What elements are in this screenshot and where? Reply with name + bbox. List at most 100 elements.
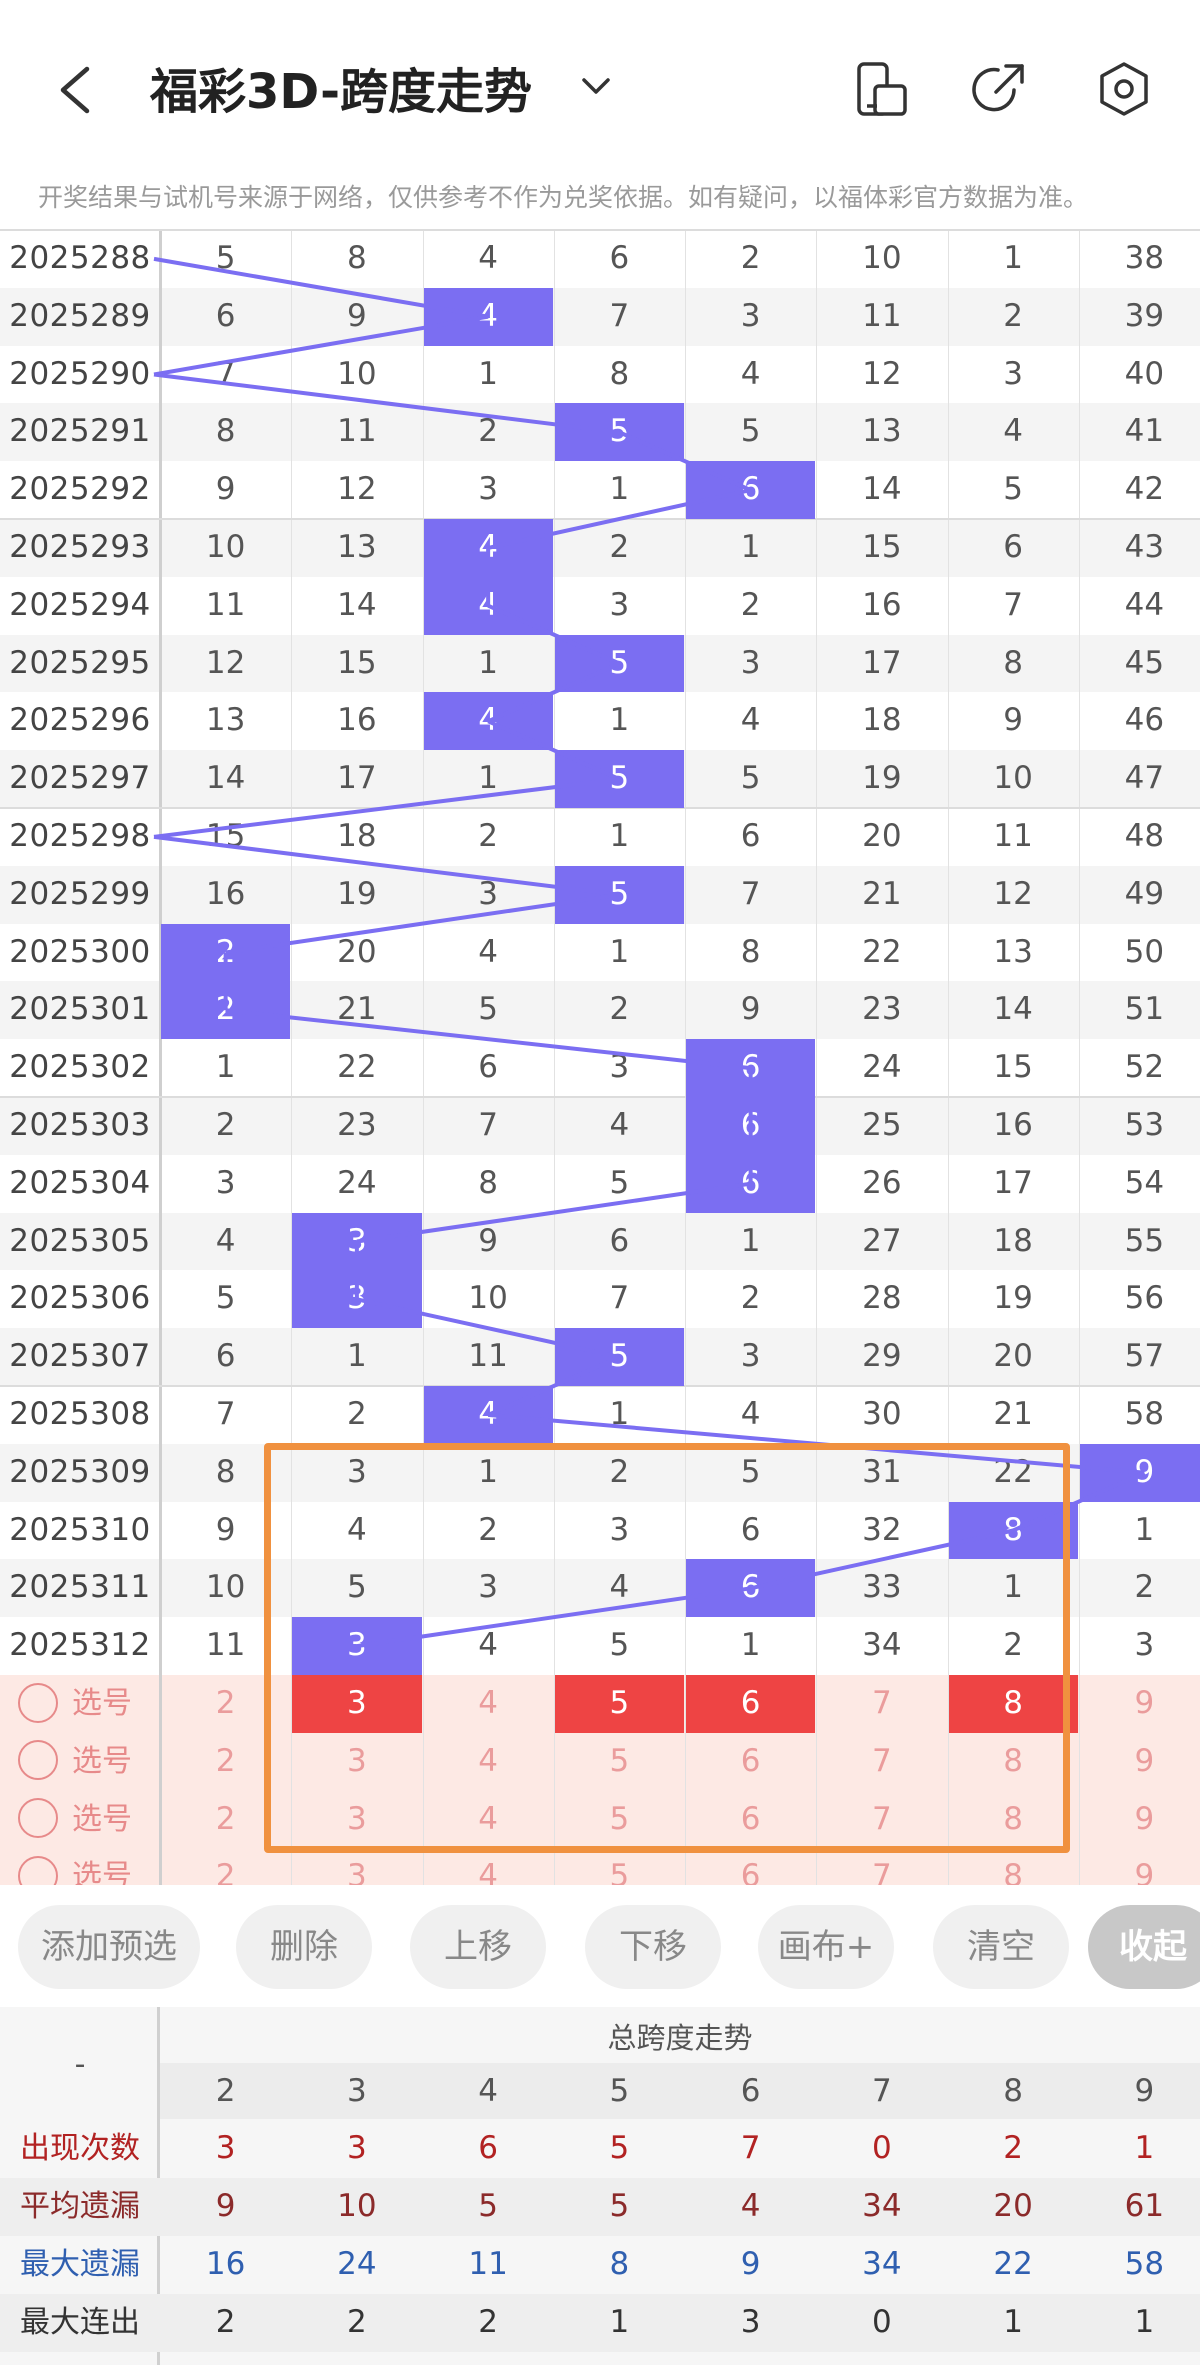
clear-button[interactable]: 清空 [933, 1905, 1069, 1989]
period-cell: 2025292 [9, 471, 151, 508]
value-cell: 2 [740, 240, 761, 276]
value-cell: 2 [478, 413, 498, 450]
stats-panel: - 总跨度走势 2 3 4 5 6 7 8 9 出现次数 3 3 6 5 7 0 2 1 平均遗漏 9 10 5 5 4 34… [0, 2007, 1200, 2365]
value-cell: 2 [609, 991, 630, 1028]
stats-corner: - [74, 2047, 86, 2082]
value-cell: 9 [478, 1222, 498, 1259]
value-cell: 1 [215, 1049, 236, 1086]
stats-value-cell: 3 [740, 2304, 761, 2340]
canvas-plus-button[interactable]: 画布+ [758, 1905, 894, 1989]
period-cell: 2025290 [9, 355, 151, 392]
value-cell: 1 [609, 471, 630, 508]
value-cell: 19 [993, 1280, 1033, 1317]
table-row: 2025297 14 17 1 5 5 19 10 47 [0, 750, 1200, 808]
stats-value-cell: 1 [1134, 2130, 1155, 2166]
phone-layout-icon[interactable] [853, 60, 911, 118]
stats-value-cell: 2 [478, 2304, 498, 2340]
radio-circle-icon[interactable] [18, 1798, 58, 1839]
table-row: 2025301 2 21 5 2 9 23 14 51 [0, 981, 1200, 1040]
value-cell: 5 [478, 991, 498, 1028]
value-cell: 17 [993, 1164, 1033, 1201]
value-cell: 3 [215, 1164, 236, 1201]
value-cell: 5 [740, 760, 761, 797]
value-cell: 5 [609, 413, 630, 450]
value-cell: 44 [1124, 586, 1165, 623]
chevron-down-icon[interactable] [578, 72, 614, 102]
value-cell: 23 [337, 1107, 377, 1143]
collapse-button[interactable]: 收起 [1088, 1905, 1200, 1989]
stats-column-header: 5 [609, 2073, 630, 2109]
value-cell: 14 [993, 991, 1033, 1028]
value-cell: 10 [205, 529, 246, 565]
stats-value-cell: 5 [478, 2188, 498, 2224]
value-cell: 14 [205, 760, 246, 797]
selection-number-cell[interactable]: 9 [1079, 1733, 1200, 1791]
delete-button[interactable]: 删除 [236, 1905, 372, 1989]
stats-value-cell: 9 [215, 2188, 236, 2224]
stats-value-cell: 24 [337, 2246, 377, 2282]
stats-column-header: 7 [872, 2073, 892, 2109]
value-cell: 11 [337, 413, 377, 450]
value-cell: 58 [1124, 1396, 1165, 1432]
radio-circle-icon[interactable] [18, 1740, 58, 1781]
selection-label-text: 选号 [72, 1801, 132, 1837]
value-cell: 11 [993, 818, 1033, 854]
settings-hexagon-icon[interactable] [1095, 60, 1153, 118]
period-cell: 2025297 [9, 760, 151, 797]
value-cell: 6 [1003, 529, 1023, 565]
value-cell: 7 [215, 1396, 236, 1432]
value-cell: 2 [215, 991, 236, 1028]
add-preselect-button[interactable]: 添加预选 [18, 1905, 200, 1989]
chevron-left-icon[interactable] [55, 65, 95, 115]
value-cell: 6 [215, 1338, 236, 1375]
value-cell: 1 [478, 760, 498, 797]
stats-column-header: 9 [1134, 2073, 1155, 2109]
value-cell: 5 [1003, 471, 1023, 508]
stats-value-cell: 4 [740, 2188, 761, 2224]
selection-number-cell[interactable]: 9 [1079, 1675, 1200, 1733]
period-cell: 2025298 [9, 818, 151, 854]
value-cell: 12 [862, 355, 902, 392]
stats-value-cell: 7 [740, 2130, 761, 2166]
value-cell: 52 [1124, 1049, 1165, 1086]
value-cell: 38 [1124, 240, 1165, 276]
value-cell: 29 [862, 1338, 902, 1375]
move-down-button[interactable]: 下移 [585, 1905, 721, 1989]
value-cell: 2 [215, 933, 236, 970]
selection-label[interactable]: 选号 [18, 1675, 132, 1733]
stats-value-cell: 20 [993, 2188, 1033, 2224]
value-cell: 51 [1124, 991, 1165, 1028]
move-up-button[interactable]: 上移 [410, 1905, 546, 1989]
value-cell: 3 [740, 297, 761, 334]
page-title[interactable]: 福彩3D-跨度走势 [150, 52, 532, 122]
value-cell: 8 [478, 1164, 498, 1201]
value-cell: 10 [862, 240, 902, 276]
table-row: 2025293 10 13 4 2 1 15 6 43 [0, 519, 1200, 577]
value-cell: 3 [478, 471, 498, 508]
stats-value-cell: 1 [609, 2304, 630, 2340]
table-row: 2025298 15 18 2 1 6 20 11 48 [0, 808, 1200, 866]
value-cell: 5 [609, 1164, 630, 1201]
value-cell: 12 [205, 644, 246, 681]
disclaimer-notice: 开奖结果与试机号来源于网络，仅供参考不作为兑奖依据。如有疑问，以福体彩官方数据为… [38, 183, 1089, 212]
stats-column-header: 3 [347, 2073, 367, 2109]
stats-column-header: 6 [740, 2073, 761, 2109]
value-cell: 22 [337, 1049, 377, 1086]
share-arrow-icon[interactable] [970, 60, 1028, 118]
value-cell: 57 [1124, 1338, 1165, 1375]
value-cell: 25 [862, 1107, 902, 1143]
value-cell: 1 [609, 818, 630, 854]
value-cell: 3 [347, 1222, 367, 1259]
selection-label[interactable]: 选号 [18, 1791, 132, 1849]
selection-number-cell[interactable]: 9 [1079, 1791, 1200, 1849]
value-cell: 43 [1124, 529, 1165, 565]
stats-value-cell: 61 [1124, 2188, 1165, 2224]
value-cell: 18 [337, 818, 377, 854]
radio-circle-icon[interactable] [18, 1682, 58, 1723]
selection-label-text: 选号 [72, 1686, 132, 1721]
value-cell: 47 [1124, 760, 1165, 797]
value-cell: 9 [347, 297, 367, 334]
selection-label[interactable]: 选号 [18, 1733, 132, 1791]
value-cell: 27 [862, 1222, 902, 1259]
value-cell: 11 [205, 586, 246, 623]
